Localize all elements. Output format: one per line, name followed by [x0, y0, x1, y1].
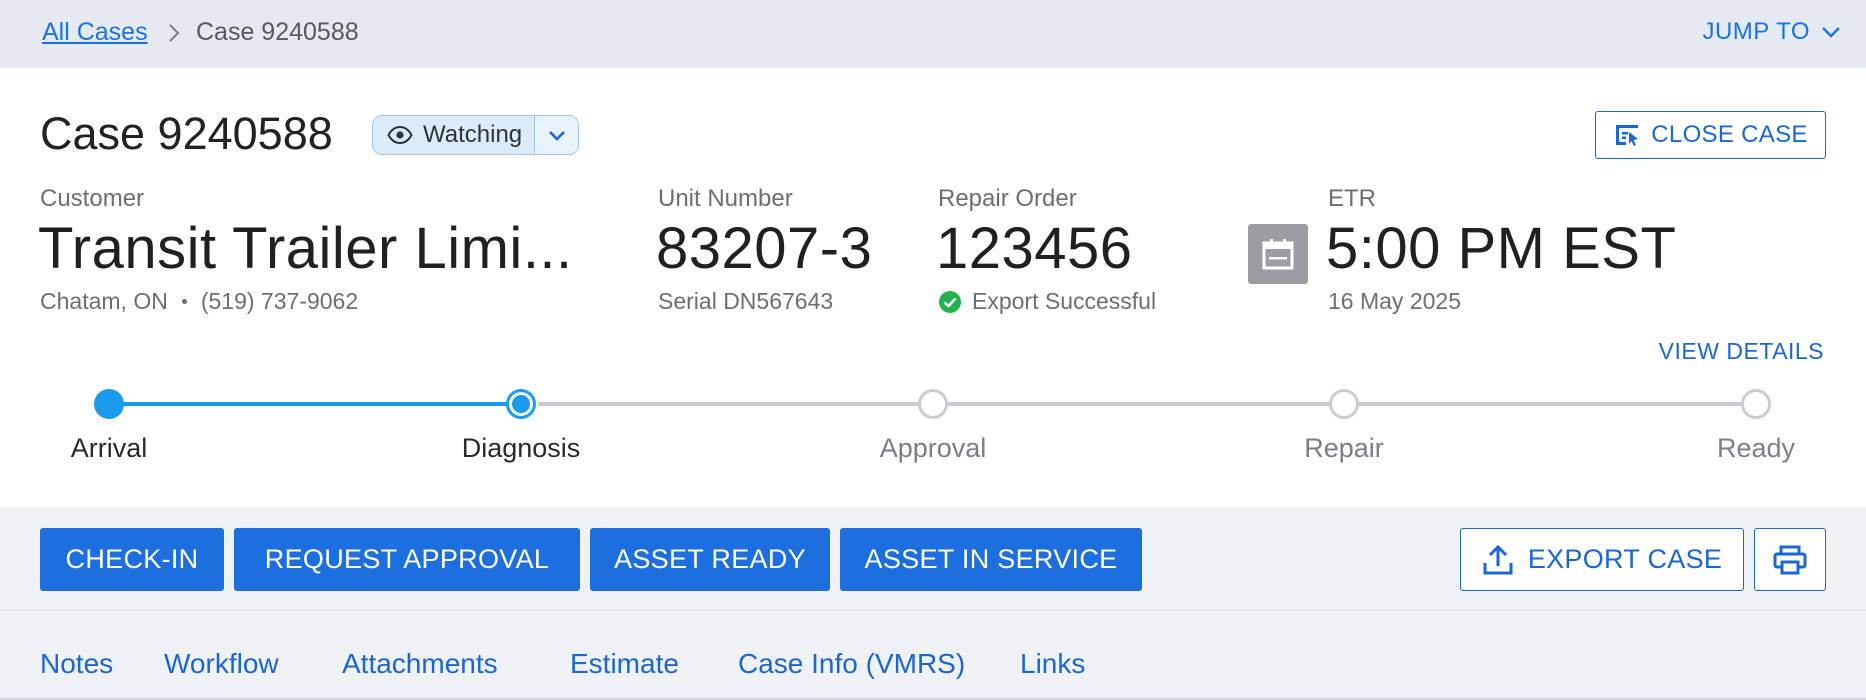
close-case-button[interactable]: CLOSE CASE: [1595, 111, 1826, 159]
repair-order-label: Repair Order: [938, 185, 1077, 212]
watch-dropdown-button[interactable]: [534, 116, 579, 154]
tab-links[interactable]: Links: [1020, 648, 1085, 680]
breadcrumb-bar: All Cases Case 9240588 JUMP TO: [0, 0, 1866, 68]
breadcrumb-current: Case 9240588: [196, 18, 359, 46]
tab-case-info-vmrs[interactable]: Case Info (VMRS): [738, 648, 965, 680]
repair-order-value: 123456: [936, 216, 1133, 281]
step-node-ready: [1741, 389, 1771, 419]
step-node-diagnosis: [506, 389, 536, 419]
unit-number-label: Unit Number: [658, 185, 793, 212]
chevron-down-icon: [548, 131, 565, 141]
step-label-diagnosis: Diagnosis: [461, 433, 581, 463]
stepper-line-pending: [538, 402, 1748, 406]
printer-icon: [1773, 545, 1807, 574]
action-bar: CHECK-IN REQUEST APPROVAL ASSET READY AS…: [0, 507, 1866, 611]
customer-name: Transit Trailer Limi...: [38, 216, 573, 281]
separator-dot: [181, 299, 187, 304]
step-label-arrival: Arrival: [70, 433, 148, 463]
check-circle-icon: [939, 290, 961, 313]
close-case-icon: [1616, 125, 1639, 146]
case-progress-stepper: Arrival Diagnosis Approval Repair Ready: [0, 380, 1866, 480]
chevron-down-icon: [1822, 27, 1840, 38]
step-node-diagnosis-fill: [512, 395, 530, 413]
step-node-arrival: [94, 389, 124, 419]
jump-to-button[interactable]: JUMP TO: [1702, 18, 1842, 46]
asset-ready-button[interactable]: ASSET READY: [590, 528, 830, 591]
check-in-button[interactable]: CHECK-IN: [40, 528, 224, 591]
watch-label: Watching: [423, 121, 523, 148]
tab-notes[interactable]: Notes: [40, 648, 113, 680]
etr-time: 5:00 PM EST: [1326, 216, 1677, 281]
customer-location: Chatam, ON: [40, 288, 168, 314]
unit-serial: Serial DN567643: [658, 288, 834, 314]
export-case-label: EXPORT CASE: [1527, 544, 1723, 574]
jump-to-label: JUMP TO: [1702, 18, 1810, 45]
case-tabs: Notes Workflow Attachments Estimate Case…: [0, 612, 1866, 700]
page-title: Case 9240588: [40, 108, 333, 159]
step-node-approval: [918, 389, 948, 419]
step-label-repair: Repair: [1304, 433, 1384, 463]
close-case-label: CLOSE CASE: [1651, 121, 1808, 148]
tab-estimate[interactable]: Estimate: [570, 648, 679, 680]
tab-workflow[interactable]: Workflow: [164, 648, 279, 680]
watch-toggle: Watching: [372, 115, 580, 155]
customer-contact: Chatam, ON (519) 737-9062: [40, 288, 358, 315]
export-case-button[interactable]: EXPORT CASE: [1460, 528, 1744, 591]
calendar-icon: [1248, 224, 1308, 284]
watch-button[interactable]: Watching: [373, 116, 534, 154]
print-button[interactable]: [1754, 528, 1826, 591]
customer-phone: (519) 737-9062: [200, 288, 359, 314]
export-status-text: Export Successful: [972, 288, 1157, 314]
unit-number-value: 83207-3: [656, 216, 873, 281]
chevron-right-icon: [169, 24, 180, 42]
step-label-approval: Approval: [879, 433, 987, 463]
breadcrumb-all-cases-link[interactable]: All Cases: [42, 18, 148, 47]
view-details-link[interactable]: VIEW DETAILS: [1659, 338, 1824, 365]
upload-icon: [1483, 544, 1513, 574]
export-status: Export Successful: [938, 288, 1156, 315]
request-approval-button[interactable]: REQUEST APPROVAL: [234, 528, 580, 591]
tab-attachments[interactable]: Attachments: [342, 648, 498, 680]
step-label-ready: Ready: [1716, 433, 1796, 463]
stepper-line-complete: [110, 402, 522, 406]
asset-in-service-button[interactable]: ASSET IN SERVICE: [840, 528, 1142, 591]
step-node-repair: [1329, 389, 1359, 419]
etr-date: 16 May 2025: [1328, 288, 1461, 314]
eye-icon: [387, 126, 413, 144]
etr-label: ETR: [1328, 185, 1376, 212]
customer-label: Customer: [40, 185, 145, 212]
